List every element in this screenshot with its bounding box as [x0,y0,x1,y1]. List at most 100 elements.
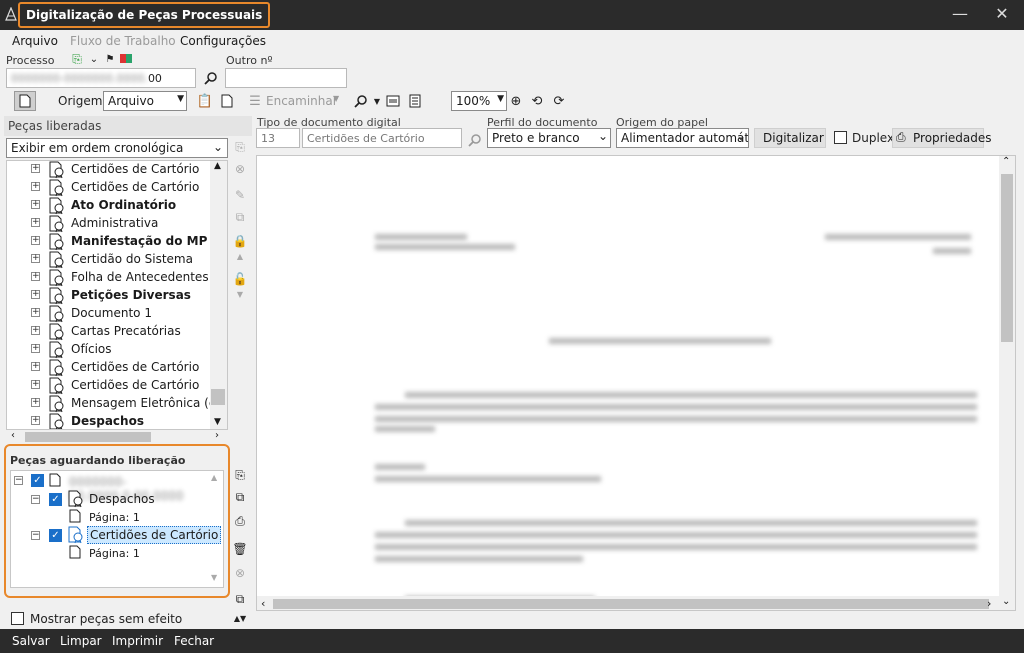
despachos-checkbox[interactable]: ✓ [49,493,62,506]
scan-icon[interactable]: ⎙ [232,514,248,530]
certidoes-checkbox[interactable]: ✓ [49,529,62,542]
blank-page-icon[interactable] [218,92,236,110]
collapse-icon[interactable]: − [31,495,40,504]
sort-order-select[interactable]: Exibir em ordem cronológica ⌄ [6,138,228,158]
tree-item[interactable]: + Administrativa [7,215,227,233]
menu-fluxo-de-trabalho[interactable]: Fluxo de Trabalho [70,34,176,48]
tipo-documento-code-input[interactable]: 13 [256,128,300,148]
collapse-icon[interactable]: − [14,476,23,485]
zoom-select[interactable]: 100% ▼ [451,91,507,111]
expand-icon[interactable]: + [31,182,40,191]
tree-item[interactable]: + Mensagem Eletrônica (e-ma [7,395,227,413]
rotate-left-icon[interactable]: ⟲ [528,92,546,110]
encaminhar-chevron-icon[interactable]: ▼ [333,94,339,103]
expand-icon[interactable]: + [31,344,40,353]
menu-configuracoes[interactable]: Configurações [180,34,266,48]
propriedades-button[interactable]: ⎙ Propriedades [892,128,992,148]
preview-vscroll-thumb[interactable] [1001,174,1013,342]
unlock-icon[interactable]: 🔓 [232,272,248,288]
tree-item[interactable]: + Cartas Precatórias [7,323,227,341]
tree-item[interactable]: + Ofícios [7,341,227,359]
move-down-icon[interactable]: ▼ [232,290,248,306]
tree-item[interactable]: + Certidões de Cartório [7,161,227,179]
menu-arquivo[interactable]: Arquivo [12,34,58,48]
expand-icon[interactable]: + [31,164,40,173]
expand-icon[interactable]: + [31,308,40,317]
tree-item[interactable]: + Ato Ordinatório [7,197,227,215]
show-no-effect-label[interactable]: Mostrar peças sem efeito [30,612,182,626]
duplicate-piece-icon[interactable]: ⧉ [232,210,248,226]
fit-page-icon[interactable] [406,92,424,110]
fechar-button[interactable]: Fechar [174,634,214,648]
lock-icon[interactable]: 🔒 [232,234,248,250]
processo-input[interactable]: 0000000-0000000.0000.00 [6,68,196,88]
expand-icon[interactable]: + [31,236,40,245]
tree-item[interactable]: + Certidões de Cartório [7,179,227,197]
limpar-button[interactable]: Limpar [60,634,102,648]
release-icon[interactable]: ⎘ [232,468,248,484]
fit-width-icon[interactable] [384,92,402,110]
tree-item[interactable]: + Certidão do Sistema [7,251,227,269]
expand-icon[interactable]: + [31,272,40,281]
expand-icon[interactable]: + [31,290,40,299]
copy-icon[interactable]: ⧉ [232,592,248,608]
scroll-right-icon[interactable]: › [987,597,991,610]
search-icon[interactable] [466,131,484,149]
expand-icon[interactable]: + [31,380,40,389]
scroll-thumb[interactable] [211,389,225,405]
document-preview[interactable]: ⌃ ⌄ ‹ › [256,155,1016,611]
collapse-icon[interactable]: − [31,531,40,540]
perfil-documento-select[interactable]: Preto e branco ⌄ [487,128,611,148]
zoom-in-icon[interactable]: ⊕ [507,92,525,110]
scroll-down-icon[interactable]: ▼ [214,417,221,427]
expand-icon[interactable]: + [31,326,40,335]
flag-icon[interactable]: ⚑ [104,52,116,66]
tree-item[interactable]: + Documento 1 [7,305,227,323]
hscroll-thumb[interactable] [25,432,151,442]
tipo-documento-input[interactable]: Certidões de Cartório [302,128,462,148]
remove-piece-icon[interactable]: ⊗ [232,162,248,178]
scroll-up-icon[interactable]: ▲ [211,473,217,482]
outro-numero-input[interactable] [225,68,347,88]
duplex-checkbox[interactable] [834,131,847,144]
encaminhar-button[interactable]: Encaminhar [266,94,338,108]
expand-icon[interactable]: + [31,218,40,227]
forward-icon[interactable]: ☰ [246,92,264,110]
move-up-icon[interactable]: ▲ [232,252,248,268]
scroll-left-icon[interactable]: ‹ [11,430,15,441]
tree-item[interactable]: + Despachos [7,413,227,429]
digitalizar-button[interactable]: Digitalizar [754,128,826,148]
tree-item[interactable]: + Petições Diversas [7,287,227,305]
rotate-right-icon[interactable]: ⟳ [550,92,568,110]
copy-piece-icon[interactable]: ⎘ [232,140,248,156]
preview-horizontal-scrollbar[interactable]: ‹ › [257,596,999,610]
expand-icon[interactable]: + [31,416,40,425]
search-icon[interactable] [202,69,220,87]
new-document-icon[interactable]: ⎘ [70,52,84,66]
tree-horizontal-scrollbar[interactable]: ‹ › [7,430,227,444]
duplex-label[interactable]: Duplex [852,131,894,145]
page-toggle-icon[interactable] [14,91,36,111]
tree-item[interactable]: + Certidões de Cartório [7,359,227,377]
tree-vertical-scrollbar[interactable]: ▲ ▼ [210,161,227,429]
root-checkbox[interactable]: ✓ [31,474,44,487]
scroll-left-icon[interactable]: ‹ [261,597,265,610]
close-button[interactable]: ✕ [990,4,1014,26]
edit-piece-icon[interactable]: ✎ [232,188,248,204]
expand-icon[interactable]: + [31,398,40,407]
delete-icon[interactable]: 🗑 [232,542,248,558]
despachos-page-label[interactable]: Página: 1 [89,511,140,524]
remove-icon[interactable]: ⊗ [232,566,248,582]
tree-item[interactable]: + Folha de Antecedentes [7,269,227,287]
paste-icon[interactable]: 📋 [196,92,214,110]
expand-icon[interactable]: ▲▼ [232,614,248,630]
scroll-down-icon[interactable]: ▼ [211,573,217,582]
certidoes-label-selected[interactable]: Certidões de Cartório [87,526,222,544]
expand-icon[interactable]: + [31,200,40,209]
show-no-effect-checkbox[interactable] [11,612,24,625]
release-all-icon[interactable]: ⧉ [232,490,248,506]
scroll-up-icon[interactable]: ▲ [214,161,221,171]
preview-vertical-scrollbar[interactable]: ⌃ ⌄ [999,156,1015,610]
chevron-down-icon[interactable]: ⌄ [88,52,100,66]
scroll-down-icon[interactable]: ⌄ [1002,596,1010,607]
